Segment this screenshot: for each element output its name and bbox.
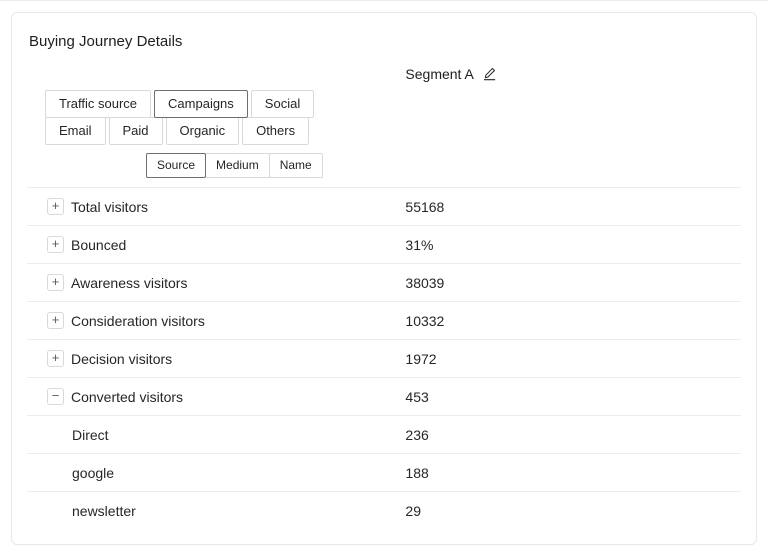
expand-icon[interactable]: +: [47, 312, 64, 329]
channel-tab-campaigns[interactable]: Campaigns: [154, 90, 248, 118]
row-label-cell: newsletter: [27, 503, 405, 519]
table-row: + Consideration visitors 10332: [27, 301, 741, 339]
segment-name: Segment A: [405, 65, 474, 84]
row-label-cell: Direct: [27, 427, 405, 443]
channel-tab-paid[interactable]: Paid: [109, 117, 163, 145]
row-value: 29: [405, 503, 741, 519]
table-row: newsletter 29: [27, 491, 741, 529]
row-value: 453: [405, 389, 741, 405]
table-row: −Converted visitors453: [27, 377, 741, 415]
row-value: 55168: [405, 199, 741, 215]
row-label-cell: + Total visitors: [27, 198, 405, 215]
collapse-icon[interactable]: −: [47, 388, 64, 405]
dimension-tab-group: SourceMediumName: [146, 153, 405, 178]
row-label-cell: + Consideration visitors: [27, 312, 405, 329]
row-label: Consideration visitors: [71, 313, 205, 329]
table-row: + Awareness visitors 38039: [27, 263, 741, 301]
top-divider: [0, 0, 768, 1]
row-label: Bounced: [71, 237, 126, 253]
segment-header: Segment A: [405, 64, 741, 84]
row-value: 1972: [405, 351, 741, 367]
channel-tab-traffic-source[interactable]: Traffic source: [45, 90, 151, 118]
page-title: Buying Journey Details: [29, 32, 756, 51]
row-label-cell: + Decision visitors: [27, 350, 405, 367]
row-value: 188: [405, 465, 741, 481]
row-label: Direct: [72, 427, 109, 443]
row-value: 31%: [405, 237, 741, 253]
journey-table-body: + Total visitors 55168 + Bounced 31% + Awarenes…: [27, 187, 741, 529]
table-row: Direct 236: [27, 415, 741, 453]
edit-segment-button[interactable]: [482, 66, 497, 84]
table-row: + Bounced 31%: [27, 225, 741, 263]
row-label: Awareness visitors: [71, 275, 187, 291]
row-label-cell: google: [27, 465, 405, 481]
row-value: 38039: [405, 275, 741, 291]
expand-icon[interactable]: +: [47, 198, 64, 215]
expand-icon[interactable]: +: [47, 236, 64, 253]
dimension-tab-medium[interactable]: Medium: [205, 153, 270, 178]
row-label-cell: + Awareness visitors: [27, 274, 405, 291]
row-label: Total visitors: [71, 199, 148, 215]
row-label-cell: −Converted visitors: [27, 388, 405, 405]
buying-journey-card: Buying Journey Details Traffic sourceCam…: [11, 12, 757, 545]
channel-tab-email[interactable]: Email: [45, 117, 106, 145]
row-value: 10332: [405, 313, 741, 329]
expand-icon[interactable]: +: [47, 274, 64, 291]
table-row: + Total visitors 55168: [27, 187, 741, 225]
channel-tab-group: Traffic sourceCampaignsSocial EmailPaidOr…: [45, 90, 375, 144]
dimension-tab-name[interactable]: Name: [269, 153, 323, 178]
table-header: Traffic sourceCampaignsSocial EmailPaidOr…: [12, 64, 756, 178]
row-value: 236: [405, 427, 741, 443]
table-row: + Decision visitors 1972: [27, 339, 741, 377]
row-label: newsletter: [72, 503, 136, 519]
row-label: google: [72, 465, 114, 481]
filters-area: Traffic sourceCampaignsSocial EmailPaidOr…: [27, 64, 405, 178]
row-label: Converted visitors: [71, 389, 183, 405]
row-label: Decision visitors: [71, 351, 172, 367]
pencil-icon: [482, 66, 497, 84]
channel-tab-others[interactable]: Others: [242, 117, 309, 145]
expand-icon[interactable]: +: [47, 350, 64, 367]
channel-tab-social[interactable]: Social: [251, 90, 314, 118]
channel-tab-organic[interactable]: Organic: [166, 117, 240, 145]
dimension-tab-source[interactable]: Source: [146, 153, 206, 178]
table-row: google 188: [27, 453, 741, 491]
row-label-cell: + Bounced: [27, 236, 405, 253]
